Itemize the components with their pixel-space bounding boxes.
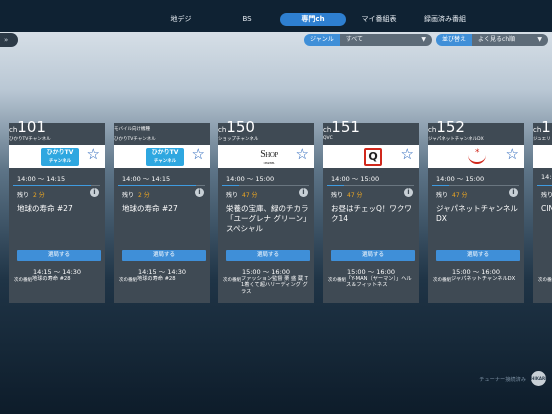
tune-button[interactable]: 選局する bbox=[122, 250, 206, 261]
next-program-title: 「Y-MAN（ヤーマン）」ヘルス＆フィットネス bbox=[346, 276, 412, 289]
next-program-title: 地球の寿命 #28 bbox=[137, 276, 176, 282]
logo-bar bbox=[533, 145, 552, 168]
info-icon[interactable]: i bbox=[509, 188, 518, 197]
top-tab-bar: 地デジ BS 専門ch マイ番組表 録画済み番組 bbox=[0, 0, 552, 32]
remaining-time: 残り 2 分 bbox=[122, 192, 150, 199]
mobile-badge: モバイル向け機種 bbox=[114, 127, 150, 132]
next-program-time: 15:00 〜 16:00 bbox=[451, 268, 501, 276]
chevron-down-icon: ▼ bbox=[421, 36, 426, 43]
favorite-star-icon[interactable]: ☆ bbox=[506, 145, 519, 163]
next-program-label: 次の番組 bbox=[328, 278, 346, 283]
tab-bs[interactable]: BS bbox=[214, 13, 280, 26]
channel-name: QVC bbox=[323, 136, 333, 141]
remaining-time: 残り 47 分 bbox=[436, 192, 468, 199]
program-progress bbox=[432, 185, 519, 186]
program-progress bbox=[118, 185, 205, 186]
next-program-label: 次の番組 bbox=[433, 278, 451, 283]
program-time: 14:00 〜 15:00 bbox=[226, 175, 275, 183]
tune-button[interactable]: 選局する bbox=[436, 250, 520, 261]
program-progress bbox=[327, 185, 414, 186]
channel-card[interactable]: ch151 QVC Q ☆ 14:00 〜 15:00 残り 47 分 i お昼は… bbox=[323, 118, 419, 303]
genre-label: ジャンル bbox=[304, 34, 340, 46]
info-icon[interactable]: i bbox=[90, 188, 99, 197]
sort-value: よく見るch順 bbox=[478, 36, 516, 43]
program-time: 14:00 〜 15:00 bbox=[331, 175, 380, 183]
chevron-down-icon: ▼ bbox=[537, 36, 542, 43]
program-title: CIND bbox=[541, 204, 552, 213]
channel-logo: ひかりTV チャンネル bbox=[41, 148, 79, 166]
channel-logo: SHOP CHANNEL bbox=[260, 149, 278, 165]
channel-number: ch152 bbox=[428, 118, 465, 136]
info-icon[interactable]: i bbox=[299, 188, 308, 197]
next-program-title: ファッション監督 栗 盛 蔵 T 1着くて超ハリーディング グラス bbox=[241, 276, 308, 295]
channel-card[interactable]: ch152 ジャパネットチャンネルDX * ☆ 14:00 〜 15:00 残り… bbox=[428, 118, 524, 303]
tuner-button[interactable]: HIKARI bbox=[531, 371, 547, 386]
channel-number: ch101 bbox=[9, 118, 46, 136]
tab-chideji[interactable]: 地デジ bbox=[148, 13, 214, 26]
channel-card[interactable]: ひかりTVチャンネル モバイル向け機種 ひかりTV チャンネル ☆ 14:00 〜… bbox=[114, 123, 210, 303]
channel-number: ch150 bbox=[218, 118, 255, 136]
genre-select[interactable]: ジャンル すべて ▼ bbox=[304, 34, 432, 46]
next-program-time: 14:15 〜 14:30 bbox=[137, 268, 187, 276]
program-progress bbox=[13, 185, 100, 186]
screen: 地デジ BS 専門ch マイ番組表 録画済み番組 » ジャンル すべて ▼ 並び替… bbox=[0, 0, 552, 414]
next-program-title: 地球の寿命 #28 bbox=[32, 276, 71, 282]
favorite-star-icon[interactable]: ☆ bbox=[401, 145, 414, 163]
tune-button[interactable]: 選局する bbox=[17, 250, 101, 261]
channel-number: ch1 bbox=[533, 118, 551, 136]
program-progress bbox=[222, 185, 309, 186]
program-title: ジャパネットチャンネルDX bbox=[436, 204, 518, 223]
info-icon[interactable]: i bbox=[195, 188, 204, 197]
sort-select[interactable]: 並び替え よく見るch順 ▼ bbox=[436, 34, 548, 46]
filter-bar: » ジャンル すべて ▼ 並び替え よく見るch順 ▼ bbox=[0, 33, 552, 48]
next-program-label: 次の番組 bbox=[14, 278, 32, 283]
info-icon[interactable]: i bbox=[404, 188, 413, 197]
favorite-star-icon[interactable]: ☆ bbox=[296, 145, 309, 163]
program-title: 栄養の宝庫、緑のチカラ「ユーグレナ グリーン」スペシャル bbox=[226, 204, 309, 233]
genre-value: すべて bbox=[345, 36, 364, 43]
next-program-label: 次の番組 bbox=[538, 278, 552, 283]
channel-name: ジャパネットチャンネルDX bbox=[428, 137, 484, 142]
side-panel-toggle[interactable]: » bbox=[0, 33, 18, 47]
program-title: 地球の寿命 #27 bbox=[122, 204, 178, 213]
next-program-time: 14:15 〜 14:30 bbox=[32, 268, 82, 276]
channel-card[interactable]: ch101 ひかりTVチャンネル ひかりTV チャンネル ☆ 14:00 〜 14… bbox=[9, 118, 105, 303]
program-time: 14:00 〜 15:00 bbox=[436, 175, 485, 183]
favorite-star-icon[interactable]: ☆ bbox=[192, 145, 205, 163]
channel-name: ひかりTVチャンネル bbox=[114, 137, 156, 142]
favorite-star-icon[interactable]: ☆ bbox=[87, 145, 100, 163]
next-program-title: ジャパネットチャンネルDX bbox=[451, 276, 516, 282]
channel-number: ch151 bbox=[323, 118, 360, 136]
channel-logo: Q bbox=[355, 148, 393, 166]
tab-senmon-ch[interactable]: 専門ch bbox=[280, 13, 346, 26]
next-program-time: 15:00 〜 16:00 bbox=[241, 268, 291, 276]
remaining-time: 残り bbox=[541, 192, 552, 199]
remaining-time: 残り 47 分 bbox=[331, 192, 363, 199]
next-program-time: 15:00 〜 16:00 bbox=[346, 268, 396, 276]
sort-label: 並び替え bbox=[436, 34, 473, 46]
next-program-label: 次の番組 bbox=[223, 278, 241, 283]
channel-logo: * bbox=[460, 148, 498, 166]
tab-recorded[interactable]: 録画済み番組 bbox=[412, 13, 478, 26]
tab-my-program-guide[interactable]: マイ番組表 bbox=[346, 13, 412, 26]
channel-name: ジュエリ bbox=[533, 137, 551, 142]
program-title: お昼はチェッQ！ワクワク14 bbox=[331, 204, 412, 223]
next-program-label: 次の番組 bbox=[119, 278, 137, 283]
channel-card[interactable]: ch150 ショップチャンネル SHOP CHANNEL ☆ 14:00 〜 15… bbox=[218, 118, 314, 303]
program-progress bbox=[537, 185, 552, 186]
program-time: 14:00 〜 14:15 bbox=[122, 175, 171, 183]
tune-button[interactable]: 選局する bbox=[226, 250, 310, 261]
channel-card[interactable]: ch1 ジュエリ ☆ 14:00 残り i CIND 次の番組 bbox=[533, 118, 552, 303]
tab-list: 地デジ BS 専門ch マイ番組表 録画済み番組 bbox=[148, 13, 478, 26]
program-time: 14:00 〜 14:15 bbox=[17, 175, 66, 183]
tuner-status: チューナー接続済み bbox=[479, 377, 526, 383]
remaining-time: 残り 2 分 bbox=[17, 192, 45, 199]
remaining-time: 残り 47 分 bbox=[226, 192, 258, 199]
tune-button[interactable]: 選局する bbox=[331, 250, 415, 261]
program-title: 地球の寿命 #27 bbox=[17, 204, 73, 213]
channel-name: ショップチャンネル bbox=[218, 137, 259, 142]
program-time: 14:00 bbox=[541, 173, 552, 181]
channel-logo: ひかりTV チャンネル bbox=[146, 148, 184, 166]
channel-name: ひかりTVチャンネル bbox=[9, 137, 51, 142]
